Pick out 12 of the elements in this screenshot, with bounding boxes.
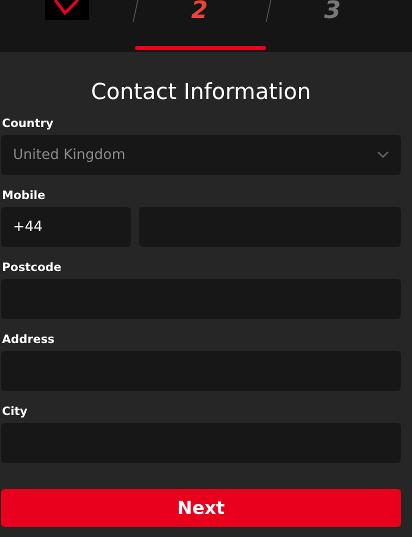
field-label: City	[2, 403, 28, 419]
form-title: Contact Information	[90, 80, 312, 105]
field-label: Address	[2, 331, 56, 347]
field-label: Country	[2, 115, 54, 131]
phone-prefix-field[interactable]: +44	[1, 207, 131, 247]
chevron-down-icon	[377, 151, 389, 159]
field-label: Mobile	[2, 187, 46, 203]
field-label: Postcode	[2, 259, 62, 275]
step-number[interactable]: 2	[191, 0, 208, 22]
next-button[interactable]: Next	[1, 489, 401, 527]
country-select[interactable]: United Kingdom	[1, 135, 401, 175]
step-number[interactable]: 3	[324, 0, 341, 22]
